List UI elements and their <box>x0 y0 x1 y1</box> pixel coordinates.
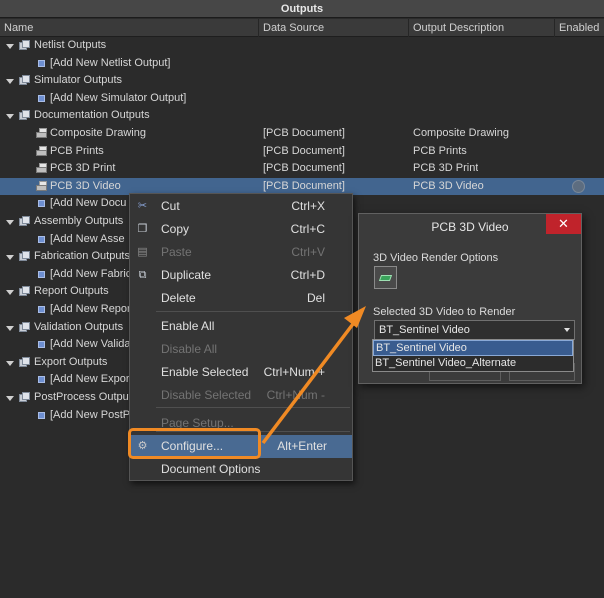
callout-arrow <box>261 306 366 445</box>
